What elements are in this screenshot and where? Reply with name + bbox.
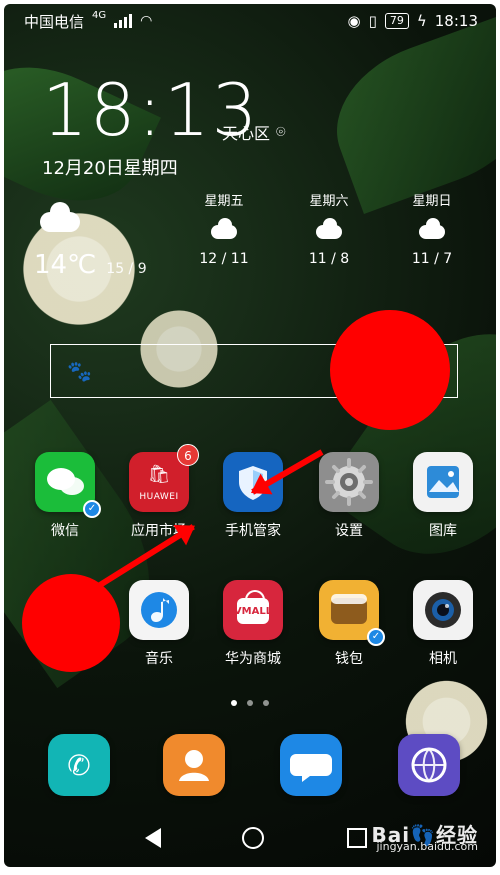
forecast-day: 星期日 11 / 7 xyxy=(392,190,472,267)
wechat-icon: ✓ xyxy=(35,452,101,518)
verified-shield-icon: ✓ xyxy=(83,500,101,518)
app-wallet[interactable]: ✓ 钱包 xyxy=(304,580,394,668)
huawei-appgallery-icon: 🛍 HUAWEI 6 xyxy=(129,444,199,512)
app-label: 相机 xyxy=(429,651,457,667)
status-bar: 中国电信 4G ◠ ◉ ▯ 79 ϟ 18:13 xyxy=(4,4,496,38)
forecast-day: 星期六 11 / 8 xyxy=(289,190,369,267)
gallery-icon xyxy=(413,452,473,512)
cloudy-icon xyxy=(392,215,472,249)
forecast-day-name: 星期六 xyxy=(309,194,349,209)
annotation-red-circle xyxy=(22,574,120,672)
dock-phone[interactable]: ✆ xyxy=(34,734,124,804)
charging-icon: ϟ xyxy=(416,12,427,30)
app-label: 华为商城 xyxy=(225,651,281,667)
notification-badge: 6 xyxy=(177,444,199,466)
app-label: 设置 xyxy=(335,523,363,539)
back-button[interactable] xyxy=(140,825,166,851)
recents-button[interactable] xyxy=(344,825,370,851)
home-icon xyxy=(242,827,264,849)
app-vmall[interactable]: VMALL 华为商城 xyxy=(208,580,298,668)
app-label: 音乐 xyxy=(145,651,173,667)
camera-icon xyxy=(413,580,473,640)
app-camera[interactable]: 相机 xyxy=(398,580,488,668)
dock-browser[interactable] xyxy=(384,734,474,804)
cloudy-icon xyxy=(40,202,174,232)
wallet-icon: ✓ xyxy=(319,580,385,646)
back-icon xyxy=(145,828,161,848)
vmall-logo-text: VMALL xyxy=(233,606,273,617)
forecast-day-name: 星期日 xyxy=(412,194,452,209)
app-label: 手机管家 xyxy=(225,523,281,539)
current-temperature: 14℃ xyxy=(34,250,97,280)
eye-comfort-icon: ◉ xyxy=(347,12,361,30)
annotation-red-circle xyxy=(330,310,450,430)
app-settings[interactable]: 设置 xyxy=(304,452,394,540)
location-pin-icon: ⌾ xyxy=(276,122,286,141)
rain-cloud-icon xyxy=(184,215,264,249)
carrier-name: 中国电信 xyxy=(24,12,85,31)
background-leaf xyxy=(316,14,496,214)
phone-screen: 中国电信 4G ◠ ◉ ▯ 79 ϟ 18:13 18:13 天心区 ⌾ 12月… xyxy=(4,4,496,867)
vibrate-icon: ▯ xyxy=(368,12,377,30)
location-label[interactable]: 天心区 ⌾ xyxy=(222,120,286,144)
home-button[interactable] xyxy=(240,825,266,851)
messages-icon xyxy=(280,734,342,796)
page-indicator xyxy=(4,700,496,706)
phone-icon: ✆ xyxy=(48,734,110,796)
weather-widget[interactable]: 14℃ 15 / 9 星期五 12 / 11 星期六 11 / 8 星期日 11… xyxy=(34,190,476,280)
shopping-bag-icon: 🛍 xyxy=(147,464,171,485)
browser-icon xyxy=(398,734,460,796)
location-text: 天心区 xyxy=(222,124,271,143)
huawei-logo-text: HUAWEI xyxy=(139,492,179,502)
page-dot[interactable] xyxy=(263,700,269,706)
app-gallery[interactable]: 图库 xyxy=(398,452,488,540)
status-time: 18:13 xyxy=(434,12,478,30)
dock-contacts[interactable] xyxy=(149,734,239,804)
signal-icon xyxy=(114,14,133,28)
recents-icon xyxy=(347,828,367,848)
wifi-icon: ◠ xyxy=(140,13,153,29)
forecast-range: 11 / 8 xyxy=(308,251,350,267)
app-label: 微信 xyxy=(51,523,79,539)
verified-shield-icon: ✓ xyxy=(367,628,385,646)
vmall-icon: VMALL xyxy=(223,580,283,640)
battery-indicator: 79 xyxy=(384,13,409,29)
app-music[interactable]: 音乐 xyxy=(114,580,204,668)
forecast-day: 星期五 12 / 11 xyxy=(184,190,264,267)
forecast-range: 12 / 11 xyxy=(199,251,249,267)
app-label: 钱包 xyxy=(335,651,363,667)
network-type: 4G xyxy=(92,9,107,21)
app-wechat[interactable]: ✓ 微信 xyxy=(20,452,110,540)
music-icon xyxy=(129,580,189,640)
baidu-jingyan-watermark: Bai👣经验 jingyan.baidu.com xyxy=(372,825,479,853)
page-dot-active[interactable] xyxy=(231,700,237,706)
current-temp-range: 15 / 9 xyxy=(106,261,147,277)
app-label: 图库 xyxy=(429,523,457,539)
weather-now: 14℃ 15 / 9 xyxy=(34,198,174,280)
rain-cloud-icon xyxy=(289,215,369,249)
baidu-paw-icon: 🐾 xyxy=(67,359,92,383)
page-dot[interactable] xyxy=(247,700,253,706)
dock-messages[interactable] xyxy=(266,734,356,804)
forecast-day-name: 星期五 xyxy=(204,194,244,209)
watermark-url: jingyan.baidu.com xyxy=(376,840,478,853)
contacts-icon xyxy=(163,734,225,796)
forecast-range: 11 / 7 xyxy=(411,251,453,267)
settings-gear-icon xyxy=(319,452,379,512)
date-label: 12月20日星期四 xyxy=(42,158,178,179)
